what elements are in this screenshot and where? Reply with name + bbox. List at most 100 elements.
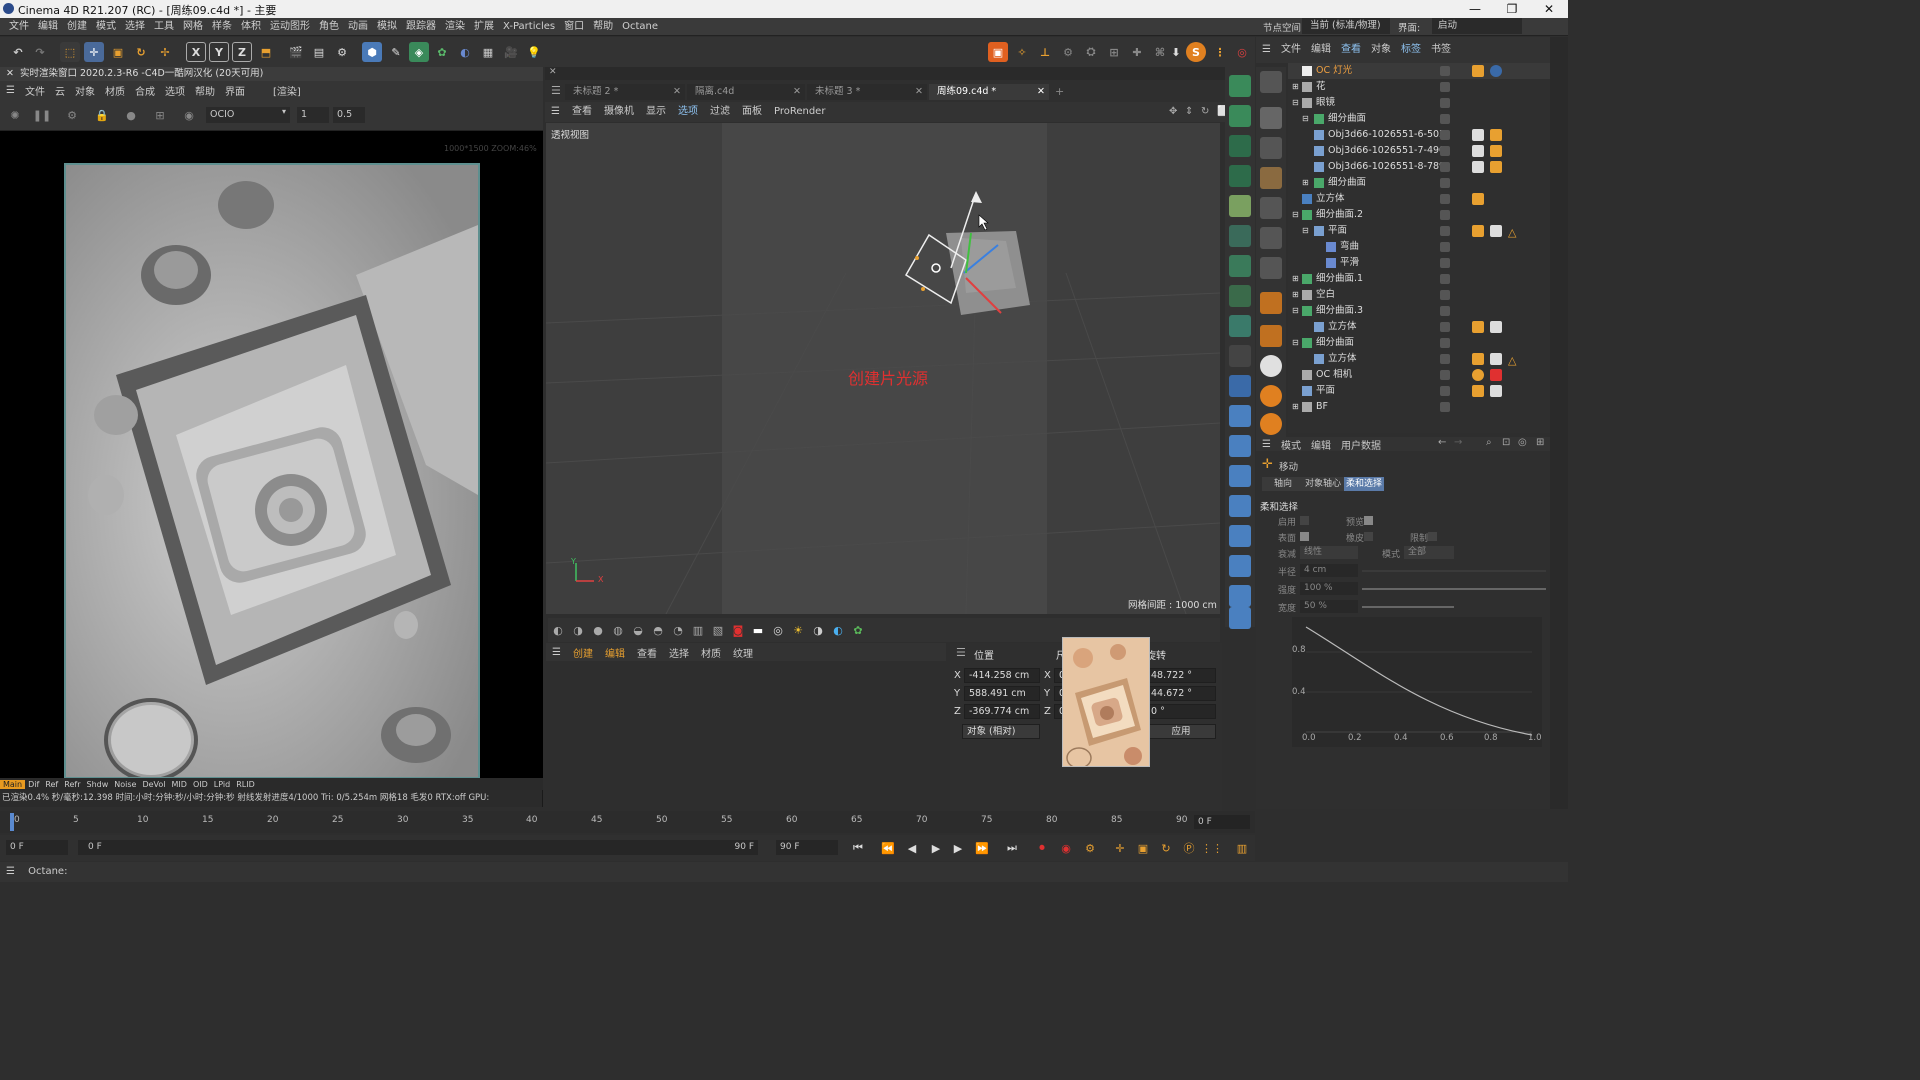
apply-button[interactable]: 应用 bbox=[1146, 724, 1216, 739]
spline-icon[interactable] bbox=[1229, 135, 1251, 157]
cone-icon[interactable] bbox=[1229, 525, 1251, 547]
undo-icon[interactable]: ↶ bbox=[8, 42, 28, 62]
visibility-toggle[interactable] bbox=[1440, 162, 1450, 172]
pan-icon[interactable]: ✥ bbox=[1169, 102, 1177, 122]
material-icon[interactable]: ◐ bbox=[548, 620, 568, 640]
menu-item[interactable]: 选择 bbox=[125, 18, 145, 36]
cloner-icon[interactable]: ✿ bbox=[432, 42, 452, 62]
attr-menu-item[interactable]: 模式 bbox=[1281, 437, 1301, 452]
object-row[interactable]: ⊞ 花 bbox=[1288, 79, 1550, 95]
doc-tab[interactable]: 隔离.c4d ✕ bbox=[687, 84, 805, 100]
z-axis-icon[interactable]: Z bbox=[232, 42, 252, 62]
object-row[interactable]: ⊞ BF bbox=[1288, 399, 1550, 415]
camera-icon[interactable]: 🎥 bbox=[501, 42, 521, 62]
deformer-icon[interactable]: ◐ bbox=[455, 42, 475, 62]
visibility-toggle[interactable] bbox=[1440, 114, 1450, 124]
current-frame-field[interactable]: 0 F bbox=[1194, 815, 1250, 829]
snap-icon[interactable]: ⊥ bbox=[1035, 42, 1055, 62]
gear-icon[interactable]: ⚙ bbox=[62, 105, 82, 125]
material-menu-item[interactable]: 创建 bbox=[573, 645, 593, 660]
lock-icon[interactable]: ⊡ bbox=[1502, 437, 1510, 448]
orange-sphere-2-icon[interactable] bbox=[1260, 413, 1282, 435]
expand-icon[interactable]: ⊞ bbox=[1292, 287, 1299, 303]
material-icon[interactable]: ● bbox=[588, 620, 608, 640]
light-icon[interactable]: 💡 bbox=[524, 42, 544, 62]
menu-item[interactable]: 创建 bbox=[67, 18, 87, 36]
viewport-menu-item[interactable]: 显示 bbox=[646, 102, 666, 122]
pass-tab[interactable]: Dif bbox=[25, 780, 42, 789]
viewport-menu-item[interactable]: 选项 bbox=[678, 102, 698, 122]
tube-icon[interactable] bbox=[1229, 607, 1251, 629]
pass-tab[interactable]: MID bbox=[169, 780, 190, 789]
pen-icon[interactable]: ✎ bbox=[386, 42, 406, 62]
collapse-icon[interactable]: ⊟ bbox=[1292, 303, 1299, 319]
material-area[interactable] bbox=[546, 661, 946, 811]
hamburger-icon[interactable]: ☰ bbox=[956, 646, 966, 659]
pass-tab[interactable]: DeVol bbox=[139, 780, 168, 789]
render-field-2[interactable]: 0.5 bbox=[333, 107, 365, 123]
material-icon[interactable]: ◒ bbox=[628, 620, 648, 640]
plane-tool-icon[interactable] bbox=[1229, 195, 1251, 217]
settings-icon[interactable]: ⚙ bbox=[1058, 42, 1078, 62]
back-arrow-icon[interactable]: ← bbox=[1438, 437, 1446, 448]
gear-icon[interactable]: ✿ bbox=[848, 620, 868, 640]
subdivision-icon[interactable]: ◈ bbox=[409, 42, 429, 62]
object-row[interactable]: 立方体 bbox=[1288, 191, 1550, 207]
capsule-icon[interactable] bbox=[1229, 585, 1251, 607]
render-menu-item[interactable]: 云 bbox=[55, 83, 65, 98]
om-menu-item[interactable]: 标签 bbox=[1401, 37, 1421, 63]
object-row[interactable]: Obj3d66-1026551-8-789 bbox=[1288, 159, 1550, 175]
menu-item[interactable]: 跟踪器 bbox=[406, 18, 436, 36]
pass-tab[interactable]: Ref bbox=[42, 780, 61, 789]
menu-item[interactable]: 窗口 bbox=[564, 18, 584, 36]
record-keyframe-icon[interactable]: ⏺ bbox=[1032, 838, 1052, 858]
visibility-toggle[interactable] bbox=[1440, 226, 1450, 236]
pass-tab[interactable]: Noise bbox=[111, 780, 139, 789]
strength-slider[interactable] bbox=[1362, 588, 1546, 590]
go-to-start-icon[interactable]: ⏮ bbox=[848, 838, 868, 858]
close-icon[interactable]: ✕ bbox=[673, 84, 681, 100]
octane-camera-tag-icon[interactable] bbox=[1472, 369, 1484, 381]
tab-soft-selection[interactable]: 柔和选择 bbox=[1344, 477, 1384, 491]
plane-primitive-icon[interactable] bbox=[1229, 495, 1251, 517]
hamburger-icon[interactable]: ☰ bbox=[1262, 37, 1271, 63]
enable-checkbox[interactable] bbox=[1300, 516, 1309, 525]
align-icon[interactable]: ⋮ bbox=[1210, 42, 1230, 62]
object-row[interactable]: ⊟ 细分曲面.2 bbox=[1288, 207, 1550, 223]
sphere-tool-icon[interactable] bbox=[1229, 225, 1251, 247]
menu-item[interactable]: 模式 bbox=[96, 18, 116, 36]
box-icon[interactable] bbox=[1260, 197, 1282, 219]
close-button[interactable]: ✕ bbox=[1530, 0, 1568, 18]
object-row[interactable]: OC 灯光 bbox=[1288, 63, 1550, 79]
object-row[interactable]: Obj3d66-1026551-6-503 bbox=[1288, 127, 1550, 143]
render-menu-item[interactable]: 界面 bbox=[225, 83, 245, 98]
minimize-button[interactable]: — bbox=[1456, 0, 1494, 18]
render-menu-item[interactable]: 材质 bbox=[105, 83, 125, 98]
material-tag-icon[interactable] bbox=[1490, 385, 1502, 397]
object-row[interactable]: ⊟ 平面 △ bbox=[1288, 223, 1550, 239]
cylinder-icon[interactable] bbox=[1229, 405, 1251, 427]
pass-tab[interactable]: OID bbox=[190, 780, 211, 789]
close-icon[interactable]: ✕ bbox=[1037, 84, 1045, 100]
menu-item[interactable]: Octane bbox=[622, 18, 658, 36]
sphere-icon[interactable]: ● bbox=[121, 105, 141, 125]
visibility-toggle[interactable] bbox=[1440, 210, 1450, 220]
radius-field[interactable]: 4 cm bbox=[1300, 564, 1358, 577]
box-edge-icon[interactable] bbox=[1260, 227, 1282, 249]
material-menu-item[interactable]: 选择 bbox=[669, 645, 689, 660]
perspective-viewport[interactable]: 透视视图 创建片光源 网格间距 : 1000 cm X Y bbox=[546, 123, 1220, 614]
attr-menu-item[interactable]: 编辑 bbox=[1311, 437, 1331, 452]
visibility-toggle[interactable] bbox=[1440, 194, 1450, 204]
menu-item[interactable]: 扩展 bbox=[474, 18, 494, 36]
zoom-icon[interactable]: ⇕ bbox=[1185, 102, 1193, 122]
menu-item[interactable]: 体积 bbox=[241, 18, 261, 36]
orange-sphere-icon[interactable] bbox=[1260, 385, 1282, 407]
collapse-icon[interactable]: ⊟ bbox=[1292, 335, 1299, 351]
limit-checkbox[interactable] bbox=[1428, 532, 1437, 541]
material-icon[interactable]: ◍ bbox=[608, 620, 628, 640]
maximize-button[interactable]: ❐ bbox=[1493, 0, 1531, 18]
pass-tab[interactable]: LPid bbox=[211, 780, 233, 789]
layout-select[interactable]: 启动 bbox=[1432, 18, 1522, 34]
width-slider[interactable] bbox=[1362, 606, 1454, 608]
material-icon[interactable]: ◑ bbox=[568, 620, 588, 640]
